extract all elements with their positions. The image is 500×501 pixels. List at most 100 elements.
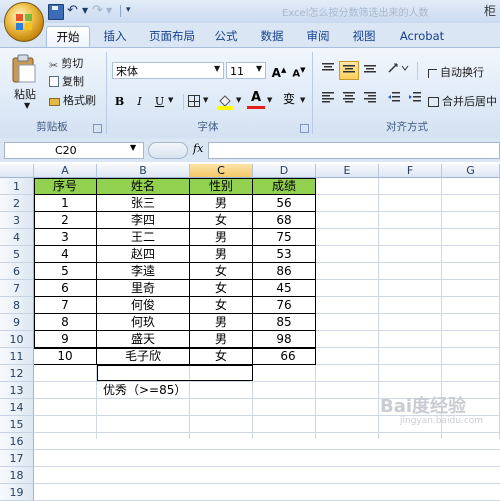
borders-icon[interactable] (188, 95, 200, 107)
row-header-14[interactable]: 14 (0, 399, 34, 416)
phonetic-dropdown-icon[interactable]: ▼ (300, 96, 305, 104)
table-cell[interactable]: 8 (34, 314, 97, 331)
row-header-11[interactable]: 11 (0, 348, 34, 365)
row-header-19[interactable]: 19 (0, 484, 34, 501)
column-header-c[interactable]: C (190, 164, 253, 178)
table-cell[interactable]: 98 (253, 331, 316, 348)
row-header-10[interactable]: 10 (0, 331, 34, 348)
underline-dropdown-icon[interactable]: ▼ (168, 96, 173, 104)
row-header-6[interactable]: 6 (0, 263, 34, 280)
table-cell[interactable]: 李四 (97, 212, 190, 229)
table-cell[interactable]: 王二 (97, 229, 190, 246)
table-cell[interactable]: 1 (34, 195, 97, 212)
row-header-12[interactable]: 12 (0, 365, 34, 382)
row-header-4[interactable]: 4 (0, 229, 34, 246)
row-header-3[interactable]: 3 (0, 212, 34, 229)
table-cell[interactable]: 9 (34, 331, 97, 348)
table-header-cell[interactable]: 成绩 (253, 178, 316, 195)
table-cell[interactable]: 男 (190, 195, 253, 212)
tab-review[interactable]: 审阅 (302, 26, 334, 46)
redo-icon[interactable]: ↷ (92, 3, 103, 19)
format-painter-button[interactable]: 格式刷 (49, 92, 96, 108)
font-size-dropdown-icon[interactable]: ▼ (256, 64, 262, 73)
row-header-7[interactable]: 7 (0, 280, 34, 297)
table-cell[interactable]: 女 (190, 263, 253, 280)
row-header-15[interactable]: 15 (0, 416, 34, 433)
decrease-indent-button[interactable] (384, 90, 404, 109)
column-header-f[interactable]: F (379, 164, 442, 178)
table-cell[interactable]: 75 (253, 229, 316, 246)
table-cell[interactable]: 女 (190, 212, 253, 229)
table-cell[interactable]: 53 (253, 246, 316, 263)
row-header-13[interactable]: 13 (0, 382, 34, 399)
wrap-text-button[interactable]: 自动换行 (428, 64, 484, 80)
clipboard-launcher-icon[interactable] (93, 124, 102, 133)
table-cell[interactable]: 何俊 (97, 297, 190, 314)
undo-dropdown-icon[interactable]: ▼ (82, 6, 88, 22)
table-cell[interactable]: 45 (253, 280, 316, 297)
table-cell[interactable]: 李逵 (97, 263, 190, 280)
formula-input[interactable] (208, 142, 500, 159)
table-cell[interactable]: 男 (190, 331, 253, 348)
grow-font-button[interactable]: A▲ (270, 61, 288, 80)
table-cell[interactable]: 5 (34, 263, 97, 280)
phonetic-button[interactable]: 变 (279, 90, 299, 109)
font-launcher-icon[interactable] (300, 124, 309, 133)
table-cell[interactable]: 85 (253, 314, 316, 331)
borders-dropdown-icon[interactable]: ▼ (203, 96, 208, 104)
increase-indent-button[interactable] (405, 90, 425, 109)
redo-dropdown-icon[interactable]: ▼ (106, 6, 112, 22)
select-all-corner[interactable] (0, 164, 34, 178)
italic-button[interactable]: I (131, 92, 148, 111)
merge-center-button[interactable]: 合并后居中 (428, 93, 497, 109)
row-header-9[interactable]: 9 (0, 314, 34, 331)
font-name-dropdown-icon[interactable]: ▼ (214, 64, 220, 73)
underline-button[interactable]: U (151, 92, 168, 111)
align-bottom-button[interactable] (360, 61, 380, 80)
align-right-button[interactable] (360, 90, 380, 109)
table-cell[interactable]: 张三 (97, 195, 190, 212)
table-cell[interactable]: 男 (190, 246, 253, 263)
paste-icon[interactable] (10, 54, 38, 84)
tab-acrobat[interactable]: Acrobat (396, 26, 448, 46)
insert-function-button[interactable]: fx (193, 142, 203, 155)
column-header-e[interactable]: E (316, 164, 379, 178)
table-cell[interactable]: 10 (34, 348, 97, 365)
paste-button-label[interactable]: 粘贴 (14, 86, 36, 102)
row-header-8[interactable]: 8 (0, 297, 34, 314)
table-cell[interactable]: 56 (253, 195, 316, 212)
table-cell[interactable]: 7 (34, 297, 97, 314)
table-cell[interactable]: 男 (190, 229, 253, 246)
table-header-cell[interactable]: 姓名 (97, 178, 190, 195)
tab-page-layout[interactable]: 页面布局 (144, 26, 200, 46)
table-cell[interactable]: 66 (253, 348, 316, 365)
table-cell[interactable]: 女 (190, 297, 253, 314)
name-box-dropdown-icon[interactable]: ▼ (130, 143, 136, 152)
table-cell[interactable]: 何玖 (97, 314, 190, 331)
table-cell[interactable]: 2 (34, 212, 97, 229)
align-middle-button[interactable] (339, 61, 359, 80)
align-top-button[interactable] (318, 61, 338, 80)
table-cell[interactable]: 4 (34, 246, 97, 263)
shrink-font-button[interactable]: A▼ (290, 61, 308, 80)
row-header-1[interactable]: 1 (0, 178, 34, 195)
customize-quick-access-icon[interactable]: ▾ (126, 5, 131, 21)
paste-dropdown-icon[interactable]: ▼ (24, 101, 30, 110)
table-header-cell[interactable]: 性别 (190, 178, 253, 195)
row-header-17[interactable]: 17 (0, 450, 34, 467)
copy-button[interactable]: 复制 (49, 73, 84, 89)
table-cell[interactable]: 3 (34, 229, 97, 246)
fill-color-icon[interactable] (216, 93, 234, 110)
row-header-16[interactable]: 16 (0, 433, 34, 450)
table-cell[interactable]: 女 (190, 280, 253, 297)
cut-button[interactable]: ✂ 剪切 (49, 55, 83, 72)
office-button[interactable] (4, 2, 44, 42)
table-cell[interactable]: 里奇 (97, 280, 190, 297)
bold-button[interactable]: B (111, 92, 128, 111)
save-icon[interactable] (48, 4, 64, 20)
tab-formulas[interactable]: 公式 (210, 26, 242, 46)
column-header-d[interactable]: D (253, 164, 316, 178)
font-color-dropdown-icon[interactable]: ▼ (267, 96, 272, 104)
tab-insert[interactable]: 插入 (100, 26, 130, 46)
name-box[interactable]: C20 (4, 142, 144, 159)
